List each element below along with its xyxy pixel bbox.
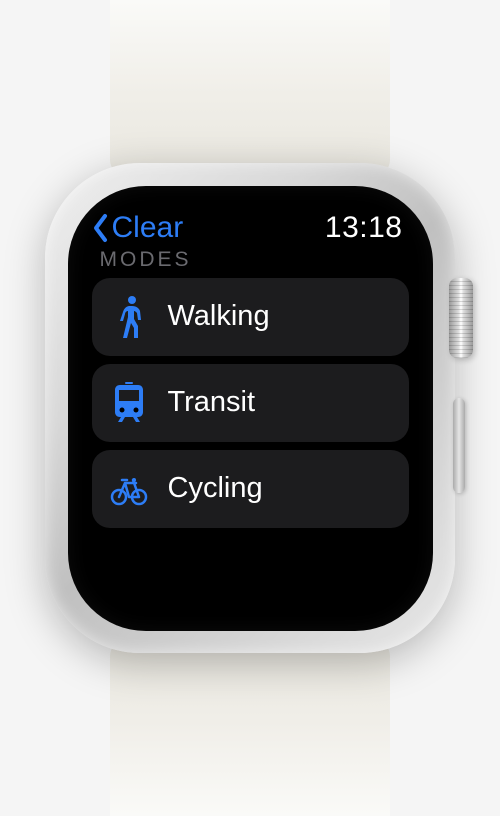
watch-band-bottom: [110, 626, 390, 816]
modes-list: Walking Transit: [92, 278, 409, 528]
digital-crown[interactable]: [449, 278, 473, 358]
watch-band-top: [110, 0, 390, 190]
mode-item-walking[interactable]: Walking: [92, 278, 409, 356]
section-header: MODES: [92, 248, 409, 278]
chevron-left-icon: [92, 213, 110, 243]
cycling-icon: [110, 467, 148, 511]
back-button[interactable]: Clear: [92, 211, 184, 245]
mode-item-transit[interactable]: Transit: [92, 364, 409, 442]
walking-icon: [110, 295, 148, 339]
mode-label: Transit: [168, 386, 256, 419]
mode-item-cycling[interactable]: Cycling: [92, 450, 409, 528]
back-label: Clear: [112, 211, 184, 245]
side-button[interactable]: [453, 398, 465, 493]
watch-case: Clear 13:18 MODES Walking: [45, 163, 455, 653]
mode-label: Cycling: [168, 472, 263, 505]
clock-time: 13:18: [325, 211, 403, 245]
screen: Clear 13:18 MODES Walking: [92, 210, 409, 607]
screen-bezel: Clear 13:18 MODES Walking: [68, 186, 433, 631]
mode-label: Walking: [168, 300, 270, 333]
transit-icon: [110, 381, 148, 425]
